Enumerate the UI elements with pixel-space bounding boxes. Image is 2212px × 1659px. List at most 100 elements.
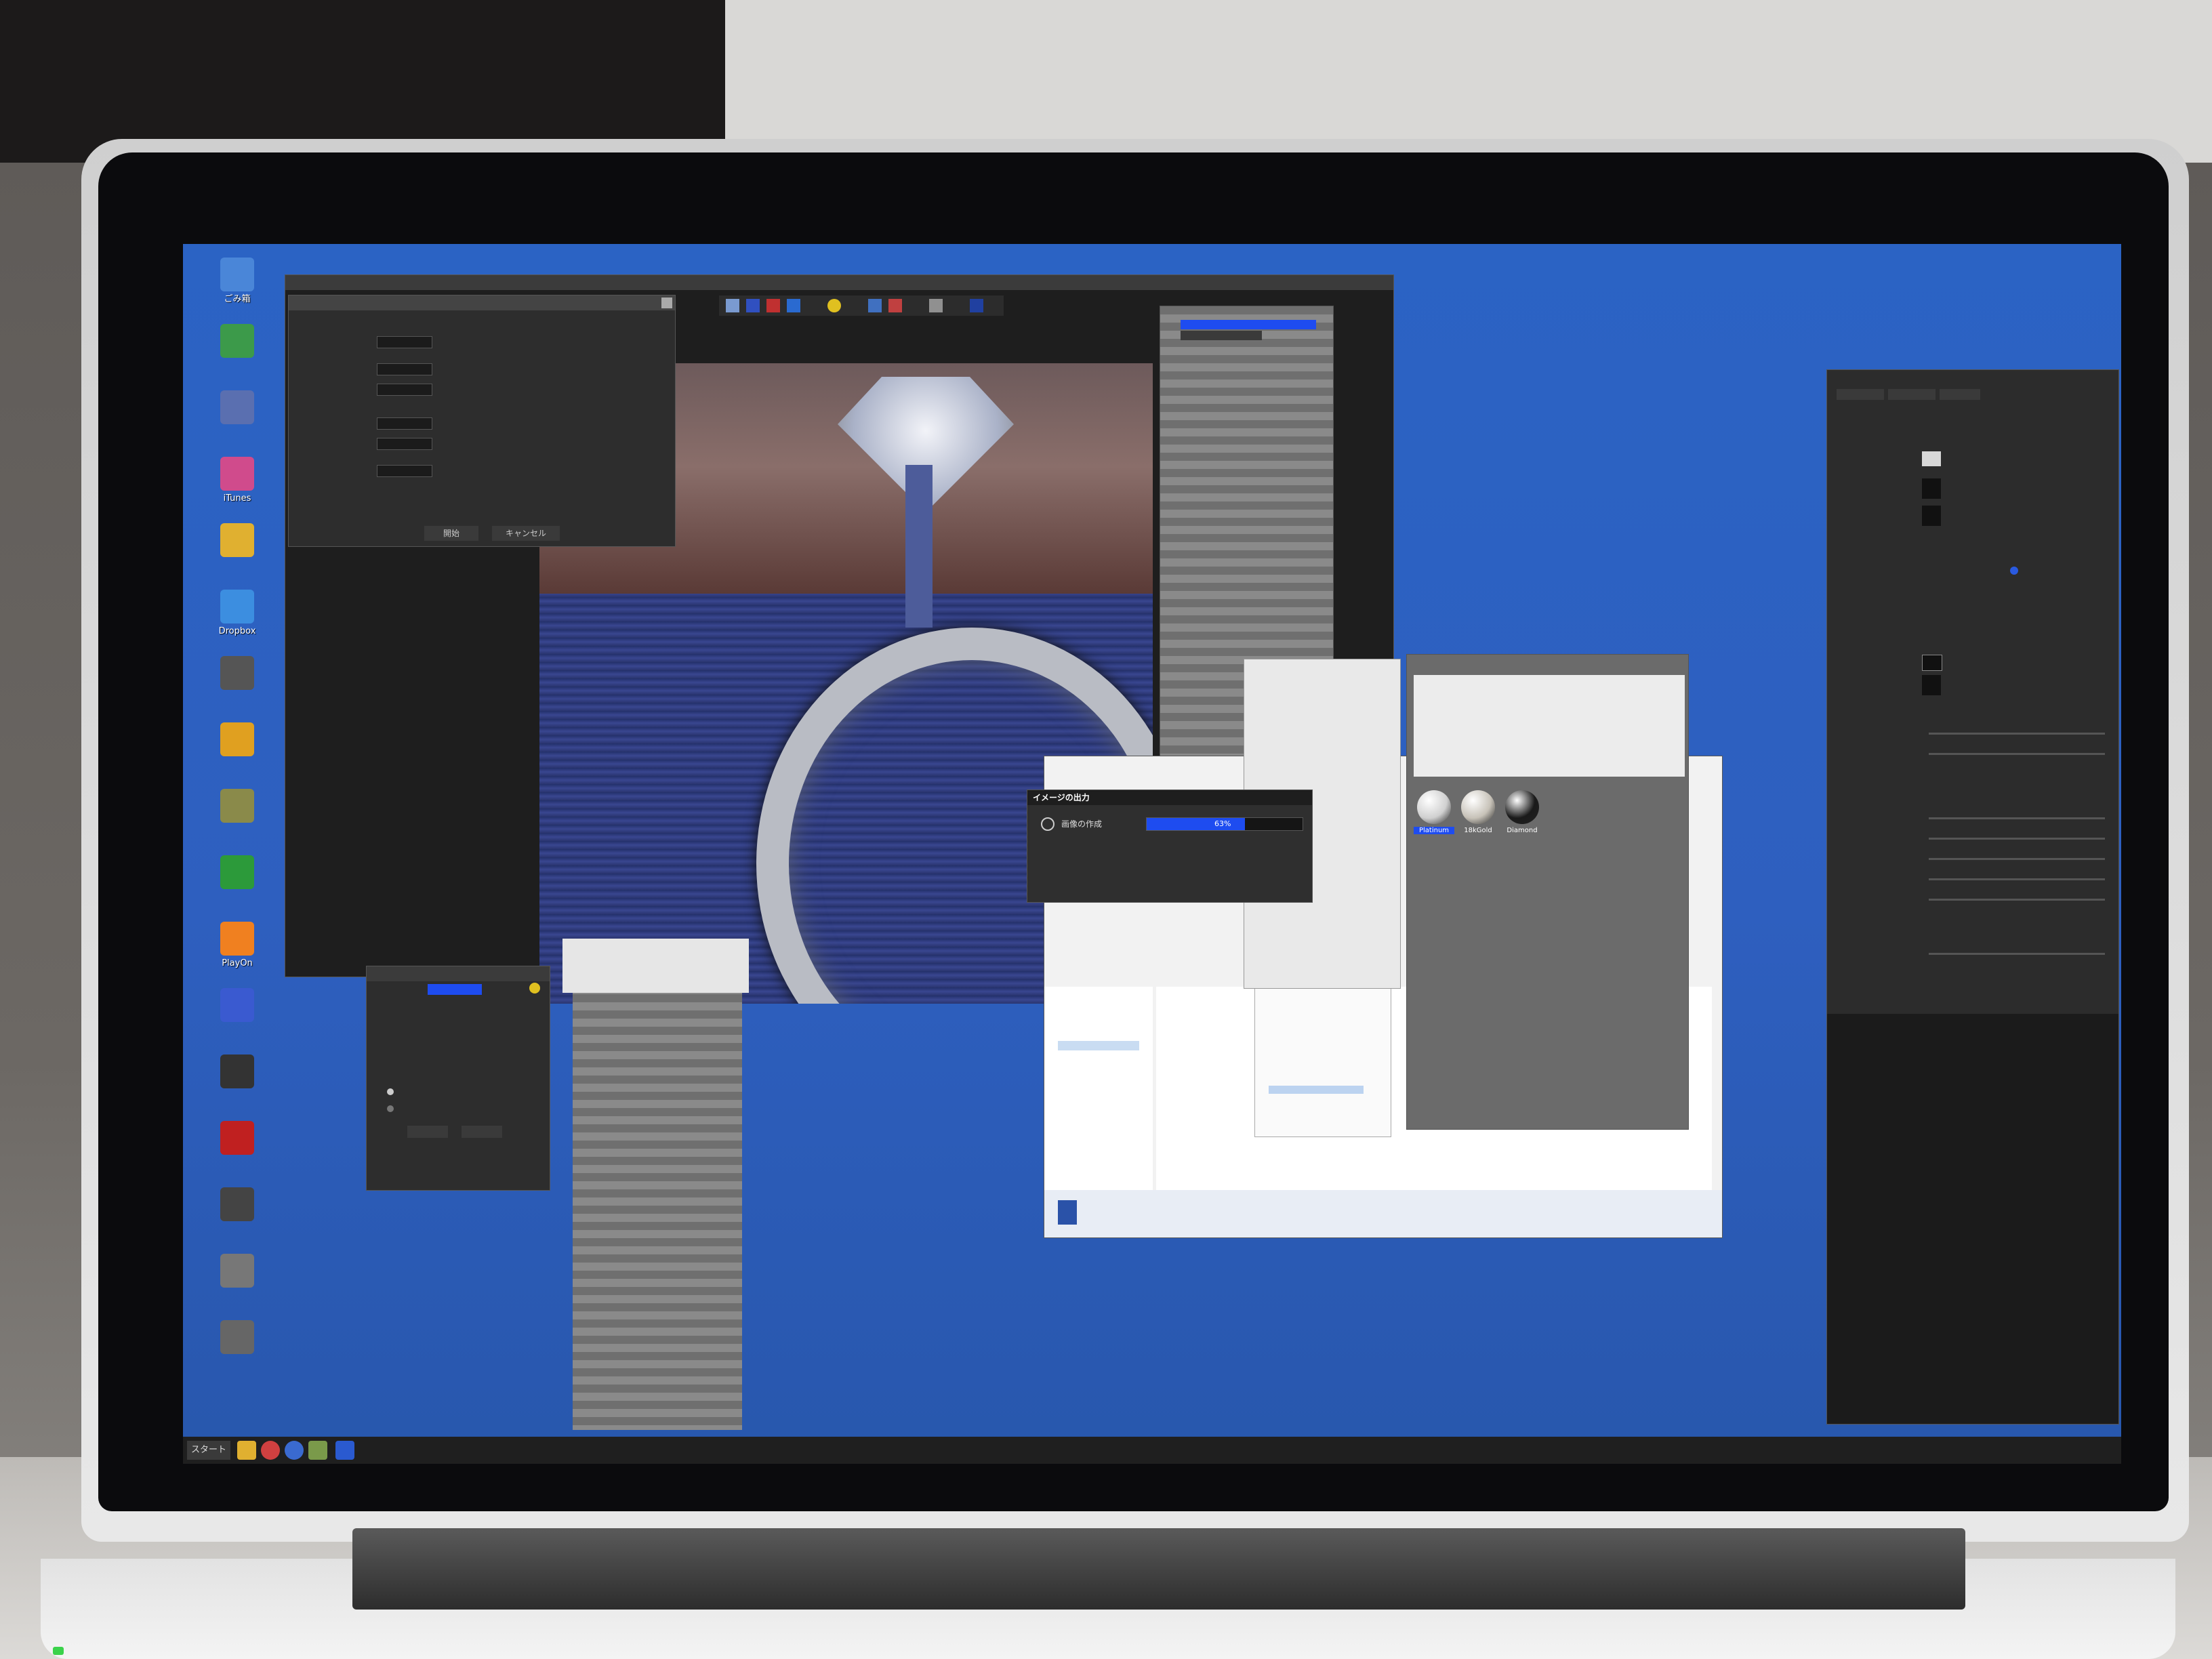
cancel-button[interactable]: キャンセル bbox=[492, 526, 560, 541]
desktop-icon[interactable] bbox=[197, 656, 278, 693]
radio-option[interactable] bbox=[387, 1105, 394, 1112]
explorer-taskbar-icon[interactable] bbox=[237, 1441, 256, 1460]
material-list bbox=[1414, 675, 1685, 777]
spinner-icon bbox=[1041, 817, 1054, 831]
app-icon bbox=[220, 590, 254, 623]
app-icon bbox=[220, 523, 254, 557]
material-swatch[interactable]: 18kGold bbox=[1458, 790, 1498, 844]
desktop-icon[interactable]: PlayOn bbox=[197, 922, 278, 968]
progress-dialog: イメージの出力 画像の作成 63% bbox=[1027, 790, 1313, 903]
desktop-icon[interactable] bbox=[197, 1187, 278, 1224]
setting-field[interactable] bbox=[377, 417, 432, 430]
desktop-icon[interactable] bbox=[197, 1320, 278, 1357]
setting-field[interactable] bbox=[377, 336, 432, 348]
color-swatch[interactable] bbox=[1922, 506, 1941, 526]
app-icon bbox=[220, 922, 254, 956]
tool-mode-selected[interactable] bbox=[428, 984, 482, 995]
close-icon[interactable] bbox=[661, 298, 672, 308]
tab-light[interactable] bbox=[1940, 389, 1980, 400]
desktop-icon[interactable] bbox=[197, 523, 278, 560]
app-icon bbox=[220, 1121, 254, 1155]
apply-button[interactable] bbox=[407, 1126, 448, 1138]
toolbar-icon[interactable] bbox=[746, 299, 760, 312]
desktop-icon[interactable] bbox=[197, 1121, 278, 1158]
property-slider[interactable] bbox=[1929, 953, 2105, 955]
start-button[interactable]: スタート bbox=[187, 1441, 230, 1460]
room-wall-dark bbox=[0, 0, 725, 163]
render-toolbar bbox=[719, 295, 1004, 316]
toolbar-icon[interactable] bbox=[868, 299, 882, 312]
color-swatch[interactable] bbox=[1922, 655, 1942, 671]
property-slider[interactable] bbox=[1929, 899, 2105, 901]
toolbar-icon[interactable] bbox=[888, 299, 902, 312]
property-slider[interactable] bbox=[1929, 817, 2105, 819]
desktop-icon[interactable] bbox=[197, 855, 278, 892]
desktop-icon[interactable] bbox=[197, 390, 278, 427]
explorer-details-pane bbox=[1044, 1190, 1722, 1237]
transform-titlebar bbox=[367, 966, 550, 981]
radio-option[interactable] bbox=[387, 1088, 394, 1095]
property-slider[interactable] bbox=[1929, 858, 2105, 860]
desktop-screen: ごみ箱 iTunes Dropbox PlayOn 開始 キャンセル Plati… bbox=[183, 244, 2121, 1464]
tab-object[interactable] bbox=[1837, 389, 1884, 400]
color-swatch[interactable] bbox=[1922, 675, 1941, 695]
lightbulb-icon[interactable] bbox=[529, 983, 540, 994]
taskbar: スタート bbox=[183, 1437, 2121, 1464]
desktop-icon[interactable]: ごみ箱 bbox=[197, 258, 278, 304]
color-swatch[interactable] bbox=[1922, 478, 1941, 499]
tab-material[interactable] bbox=[1888, 389, 1936, 400]
property-slider[interactable] bbox=[1929, 733, 2105, 735]
desktop-icon[interactable] bbox=[197, 988, 278, 1025]
folder-tree-selected[interactable] bbox=[1269, 1086, 1364, 1094]
setting-field[interactable] bbox=[377, 384, 432, 396]
ok-button[interactable]: 開始 bbox=[424, 526, 478, 541]
property-slider[interactable] bbox=[1929, 878, 2105, 880]
lightbulb-icon[interactable] bbox=[827, 299, 841, 312]
color-swatch[interactable] bbox=[1922, 451, 1941, 466]
material-swatch[interactable]: Diamond bbox=[1502, 790, 1542, 844]
toolbar-icon[interactable] bbox=[726, 299, 739, 312]
desktop-icon[interactable] bbox=[197, 789, 278, 825]
progress-percent: 63% bbox=[1214, 819, 1231, 828]
desktop-icon[interactable]: Dropbox bbox=[197, 590, 278, 636]
progress-dialog-title: イメージの出力 bbox=[1027, 790, 1312, 805]
material-library-window: Platinum 18kGold Diamond bbox=[1406, 654, 1689, 1130]
app-icon bbox=[220, 988, 254, 1022]
material-ball bbox=[1417, 790, 1451, 824]
toolbar-icon[interactable] bbox=[970, 299, 983, 312]
toolbar-icon[interactable] bbox=[787, 299, 800, 312]
render-settings-dialog: 開始 キャンセル bbox=[288, 295, 676, 547]
app-icon bbox=[220, 1320, 254, 1354]
laptop-hinge bbox=[352, 1528, 1965, 1610]
desktop-icon[interactable] bbox=[197, 1054, 278, 1091]
file-icon bbox=[1058, 1200, 1077, 1225]
setting-field[interactable] bbox=[377, 363, 432, 375]
toolbar-icon[interactable] bbox=[929, 299, 943, 312]
app-icon bbox=[220, 1187, 254, 1221]
desktop-icon[interactable] bbox=[197, 722, 278, 759]
scene-tree-item[interactable] bbox=[1181, 331, 1262, 340]
property-slider[interactable] bbox=[1929, 838, 2105, 840]
desktop-icon[interactable]: iTunes bbox=[197, 457, 278, 504]
setting-field[interactable] bbox=[377, 438, 432, 450]
list-panel bbox=[573, 945, 742, 1430]
help-icon[interactable] bbox=[2010, 567, 2018, 575]
app-icon bbox=[220, 324, 254, 358]
app-icon bbox=[220, 1054, 254, 1088]
nav-selected-item[interactable] bbox=[1058, 1041, 1139, 1050]
material-label: Platinum bbox=[1414, 827, 1454, 834]
property-slider[interactable] bbox=[1929, 753, 2105, 755]
setting-field[interactable] bbox=[377, 465, 432, 477]
blank-panel bbox=[562, 939, 749, 993]
chrome-taskbar-icon[interactable] bbox=[261, 1441, 280, 1460]
reset-button[interactable] bbox=[462, 1126, 502, 1138]
scene-tree-selected-item[interactable] bbox=[1181, 320, 1316, 329]
desktop-icon[interactable] bbox=[197, 324, 278, 361]
app-taskbar-icon[interactable] bbox=[285, 1441, 304, 1460]
material-ball bbox=[1461, 790, 1495, 824]
desktop-icon[interactable] bbox=[197, 1254, 278, 1290]
material-swatch[interactable]: Platinum bbox=[1414, 790, 1454, 844]
app-taskbar-icon[interactable] bbox=[308, 1441, 327, 1460]
toolbar-icon[interactable] bbox=[766, 299, 780, 312]
render-app-taskbar-icon[interactable] bbox=[335, 1441, 354, 1460]
